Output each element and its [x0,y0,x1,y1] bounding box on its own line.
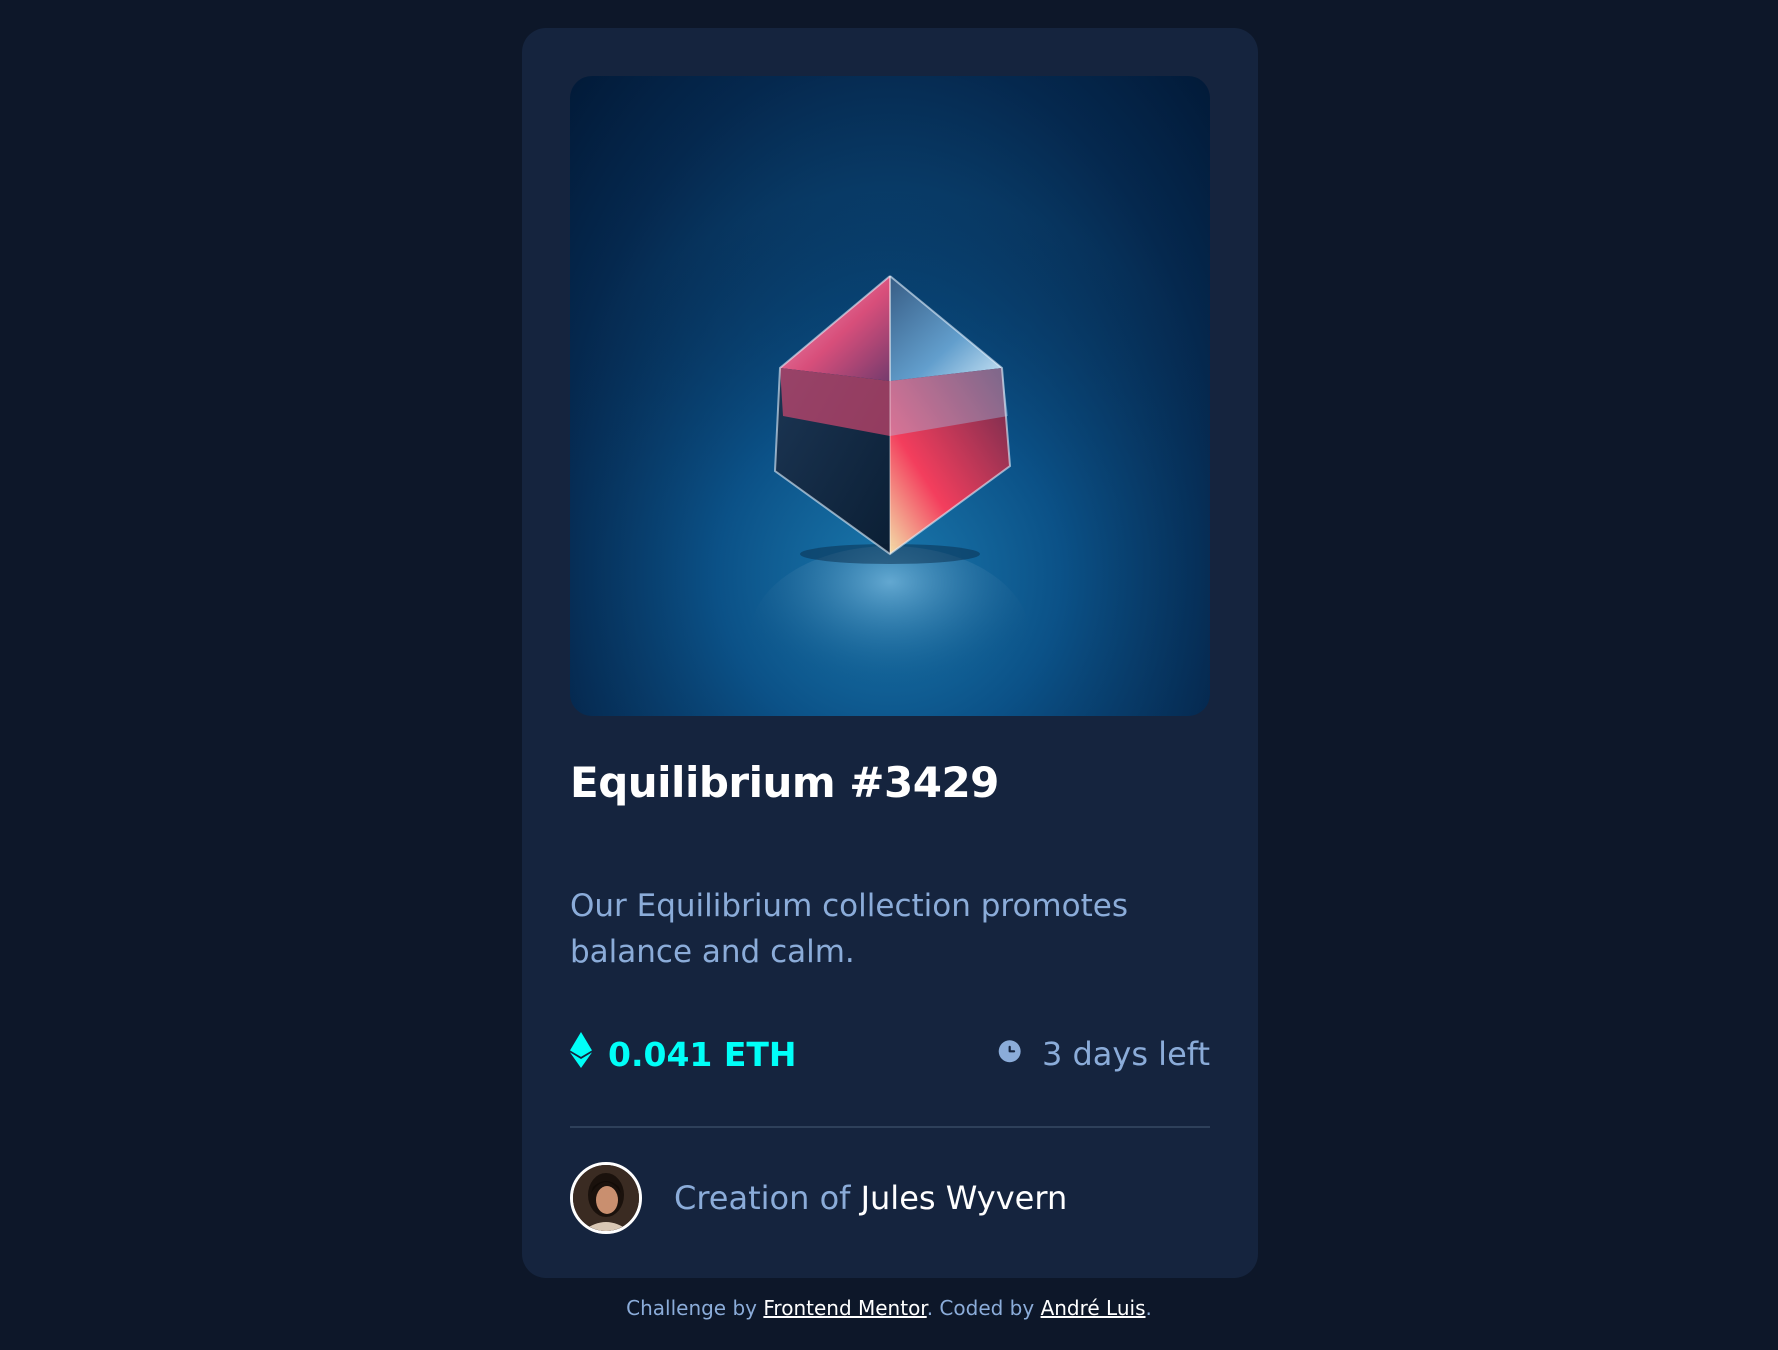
attribution-middle: . Coded by [926,1296,1041,1320]
price: 0.041 ETH [570,1032,797,1076]
creator: Creation of Jules Wyvern [570,1162,1067,1234]
nft-description: Our Equilibrium collection promotes bala… [570,888,1128,970]
divider [570,1126,1210,1128]
time-left-value: 3 days left [1041,1035,1210,1073]
creator-credit: Creation of Jules Wyvern [674,1179,1067,1217]
clock-icon [996,1035,1042,1073]
author-link[interactable]: André Luis [1041,1296,1146,1320]
nft-card: Equilibrium #3429 Our Equilibrium collec… [522,28,1258,1278]
creator-name-link[interactable]: Jules Wyvern [861,1179,1068,1217]
nft-stats: 0.041 ETH 3 days left [570,1029,1210,1079]
nft-title[interactable]: Equilibrium #3429 [570,758,999,808]
time-remaining: 3 days left [996,1035,1210,1073]
creator-prefix: Creation of [674,1179,861,1217]
avatar [570,1162,642,1234]
attribution-prefix: Challenge by [626,1296,764,1320]
frontend-mentor-link[interactable]: Frontend Mentor [763,1296,926,1320]
cube-artwork [570,76,1210,716]
attribution-suffix: . [1145,1296,1152,1320]
price-value: 0.041 ETH [608,1034,797,1074]
ethereum-icon [570,1032,608,1076]
nft-image[interactable] [570,76,1210,716]
attribution: Challenge by Frontend Mentor. Coded by A… [0,1296,1778,1320]
